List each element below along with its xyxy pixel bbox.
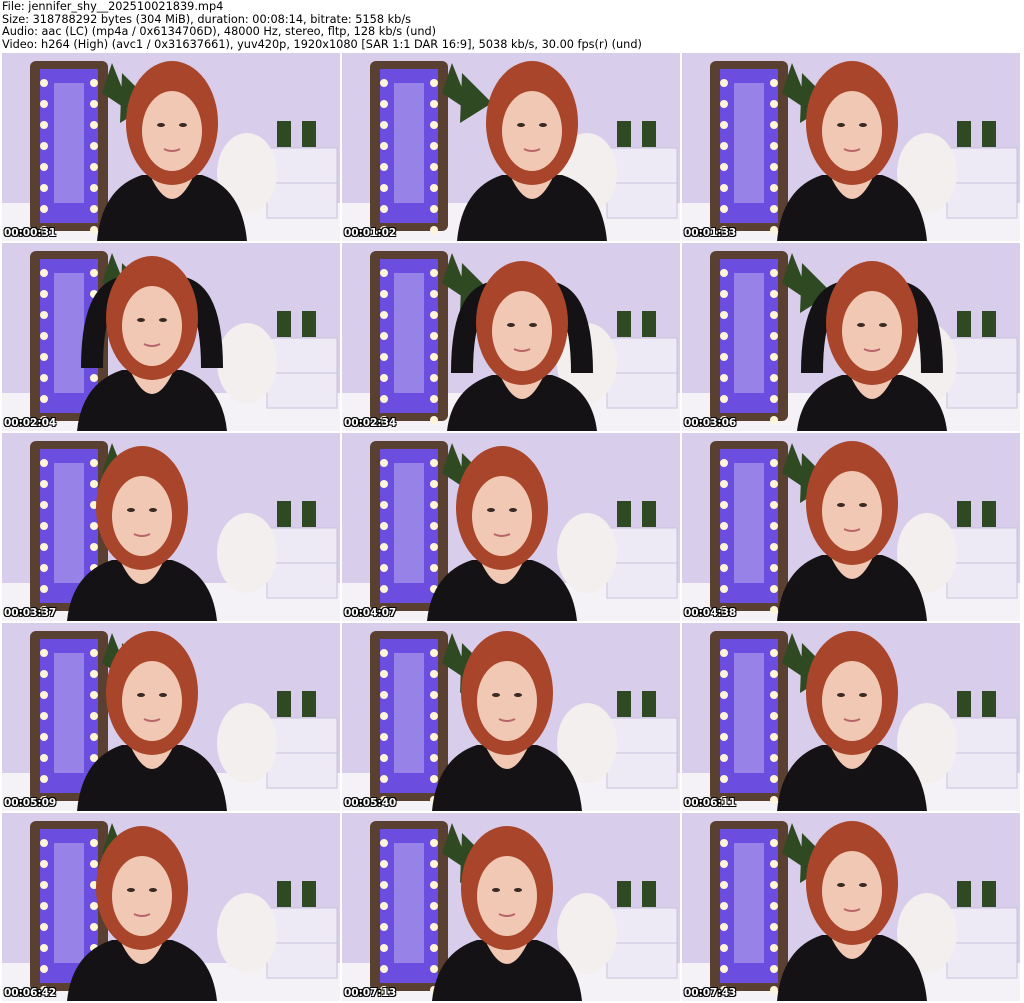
video-frame-thumbnail: 00:01:02	[342, 53, 680, 241]
video-frame-thumbnail: 00:00:31	[2, 53, 340, 241]
video-frame-thumbnail: 00:01:33	[682, 53, 1020, 241]
frame-image	[342, 243, 680, 431]
frame-timestamp: 00:05:40	[344, 797, 397, 809]
thumbnail-grid: 00:00:31 00:01:02 00:01:33 00:02:04 00:0…	[2, 53, 1020, 1001]
frame-image	[682, 813, 1020, 1001]
frame-image	[2, 243, 340, 431]
frame-timestamp: 00:03:06	[684, 417, 737, 429]
file-info: File: jennifer_shy__202510021839.mp4 Siz…	[2, 0, 1022, 51]
frame-timestamp: 00:07:13	[344, 987, 397, 999]
video-frame-thumbnail: 00:06:42	[2, 813, 340, 1001]
frame-image	[342, 53, 680, 241]
video-frame-thumbnail: 00:03:37	[2, 433, 340, 621]
video-frame-thumbnail: 00:06:11	[682, 623, 1020, 811]
frame-image	[682, 53, 1020, 241]
video-frame-thumbnail: 00:05:09	[2, 623, 340, 811]
frame-timestamp: 00:01:33	[684, 227, 737, 239]
frame-image	[2, 623, 340, 811]
frame-image	[2, 433, 340, 621]
file-name: File: jennifer_shy__202510021839.mp4	[2, 0, 224, 13]
frame-image	[682, 433, 1020, 621]
video-frame-thumbnail: 00:05:40	[342, 623, 680, 811]
frame-image	[2, 813, 340, 1001]
frame-timestamp: 00:06:11	[684, 797, 737, 809]
frame-image	[682, 623, 1020, 811]
frame-image	[682, 243, 1020, 431]
frame-timestamp: 00:05:09	[4, 797, 57, 809]
frame-timestamp: 00:02:34	[344, 417, 397, 429]
frame-timestamp: 00:03:37	[4, 607, 57, 619]
frame-image	[342, 623, 680, 811]
video-frame-thumbnail: 00:02:04	[2, 243, 340, 431]
frame-timestamp: 00:06:42	[4, 987, 57, 999]
video-info: Video: h264 (High) (avc1 / 0x31637661), …	[2, 37, 642, 51]
frame-timestamp: 00:02:04	[4, 417, 57, 429]
video-frame-thumbnail: 00:07:43	[682, 813, 1020, 1001]
frame-timestamp: 00:04:38	[684, 607, 737, 619]
frame-timestamp: 00:07:43	[684, 987, 737, 999]
frame-timestamp: 00:04:07	[344, 607, 397, 619]
video-frame-thumbnail: 00:03:06	[682, 243, 1020, 431]
frame-image	[342, 433, 680, 621]
video-frame-thumbnail: 00:04:38	[682, 433, 1020, 621]
video-frame-thumbnail: 00:04:07	[342, 433, 680, 621]
video-frame-thumbnail: 00:02:34	[342, 243, 680, 431]
audio-info: Audio: aac (LC) (mp4a / 0x6134706D), 480…	[2, 25, 437, 39]
frame-image	[342, 813, 680, 1001]
frame-timestamp: 00:00:31	[4, 227, 57, 239]
video-frame-thumbnail: 00:07:13	[342, 813, 680, 1001]
frame-image	[2, 53, 340, 241]
frame-timestamp: 00:01:02	[344, 227, 397, 239]
